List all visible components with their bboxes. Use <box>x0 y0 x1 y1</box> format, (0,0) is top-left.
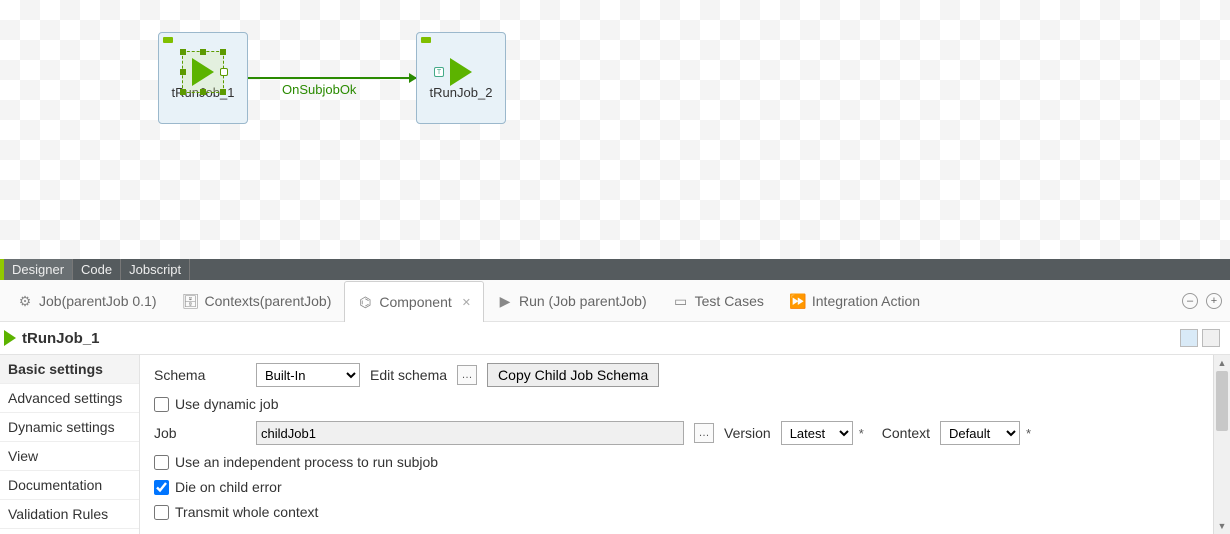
editor-tabstrip: Designer Code Jobscript <box>0 259 1230 280</box>
component-trunjob-1[interactable]: tRunJob_1 <box>158 32 248 124</box>
die-on-child-label: Die on child error <box>175 479 282 495</box>
close-icon[interactable]: ✕ <box>462 296 471 309</box>
play-icon: ▶ <box>497 293 513 309</box>
component-icon: ⌬ <box>357 294 373 310</box>
scroll-up-icon[interactable]: ▲ <box>1214 355 1230 371</box>
view-contexts[interactable]: 🗄 Contexts(parentJob) <box>170 280 345 321</box>
tab-jobscript[interactable]: Jobscript <box>121 259 190 280</box>
view-testcases[interactable]: ▭ Test Cases <box>660 280 777 321</box>
independent-process-checkbox[interactable] <box>154 455 169 470</box>
transmit-context-checkbox[interactable] <box>154 505 169 520</box>
window-icon: ▭ <box>673 293 689 309</box>
view-label: Run (Job parentJob) <box>519 293 647 309</box>
view-run[interactable]: ▶ Run (Job parentJob) <box>484 280 660 321</box>
forward-icon: ⏩ <box>790 293 806 309</box>
edit-schema-button[interactable]: … <box>457 365 477 385</box>
play-icon: T <box>440 51 482 93</box>
edit-schema-label: Edit schema <box>370 367 447 383</box>
context-select[interactable]: Default <box>940 421 1020 445</box>
copy-child-schema-button[interactable]: Copy Child Job Schema <box>487 363 659 387</box>
required-mark: * <box>1026 426 1031 441</box>
settings-panel: Basic settings Advanced settings Dynamic… <box>0 355 1230 534</box>
sidebar-item-view[interactable]: View <box>0 442 139 471</box>
schema-label: Schema <box>154 367 246 383</box>
maximize-icon[interactable]: + <box>1206 293 1222 309</box>
die-on-child-checkbox[interactable] <box>154 480 169 495</box>
view-label: Test Cases <box>695 293 764 309</box>
context-label: Context <box>882 425 930 441</box>
output-port[interactable] <box>220 68 228 76</box>
sidebar-item-validation[interactable]: Validation Rules <box>0 500 139 529</box>
view-integration[interactable]: ⏩ Integration Action <box>777 280 933 321</box>
gear-icon: ⚙ <box>17 293 33 309</box>
component-header: tRunJob_1 <box>0 322 1230 355</box>
use-dynamic-job-checkbox[interactable] <box>154 397 169 412</box>
layout-list-button[interactable] <box>1202 329 1220 347</box>
connection-label: OnSubjobOk <box>282 82 356 97</box>
sidebar-item-basic[interactable]: Basic settings <box>0 355 139 384</box>
sidebar-item-documentation[interactable]: Documentation <box>0 471 139 500</box>
database-icon: 🗄 <box>183 293 199 309</box>
connection-onsubjobok[interactable] <box>248 77 416 79</box>
schema-select[interactable]: Built-In <box>256 363 360 387</box>
component-title: tRunJob_1 <box>22 330 100 347</box>
play-icon <box>182 51 224 93</box>
browse-job-button[interactable]: … <box>694 423 714 443</box>
view-label: Contexts(parentJob) <box>205 293 332 309</box>
tab-code[interactable]: Code <box>73 259 121 280</box>
vertical-scrollbar[interactable]: ▲ ▼ <box>1213 355 1230 534</box>
job-label: Job <box>154 425 246 441</box>
settings-form: Schema Built-In Edit schema … Copy Child… <box>140 355 1230 534</box>
independent-process-label: Use an independent process to run subjob <box>175 454 438 470</box>
scroll-thumb[interactable] <box>1216 371 1228 431</box>
minimize-icon[interactable]: – <box>1182 293 1198 309</box>
sidebar-item-dynamic[interactable]: Dynamic settings <box>0 413 139 442</box>
view-component[interactable]: ⌬ Component ✕ <box>344 281 484 322</box>
transmit-context-label: Transmit whole context <box>175 504 318 520</box>
required-mark: * <box>859 426 864 441</box>
scroll-down-icon[interactable]: ▼ <box>1214 518 1230 534</box>
component-trunjob-2[interactable]: T tRunJob_2 <box>416 32 506 124</box>
sidebar-item-advanced[interactable]: Advanced settings <box>0 384 139 413</box>
view-label: Integration Action <box>812 293 920 309</box>
view-label: Job(parentJob 0.1) <box>39 293 157 309</box>
settings-sidebar: Basic settings Advanced settings Dynamic… <box>0 355 140 534</box>
view-label: Component <box>379 294 451 310</box>
layout-grid-button[interactable] <box>1180 329 1198 347</box>
tab-designer[interactable]: Designer <box>4 259 73 280</box>
version-label: Version <box>724 425 771 441</box>
use-dynamic-job-label: Use dynamic job <box>175 396 279 412</box>
job-field[interactable] <box>256 421 684 445</box>
view-job[interactable]: ⚙ Job(parentJob 0.1) <box>4 280 170 321</box>
play-icon <box>4 330 16 346</box>
design-canvas[interactable]: tRunJob_1 OnSubjobOk T tRunJob_2 <box>0 0 1230 259</box>
version-select[interactable]: Latest <box>781 421 853 445</box>
views-tabbar: ⚙ Job(parentJob 0.1) 🗄 Contexts(parentJo… <box>0 280 1230 322</box>
input-port[interactable]: T <box>434 67 444 77</box>
